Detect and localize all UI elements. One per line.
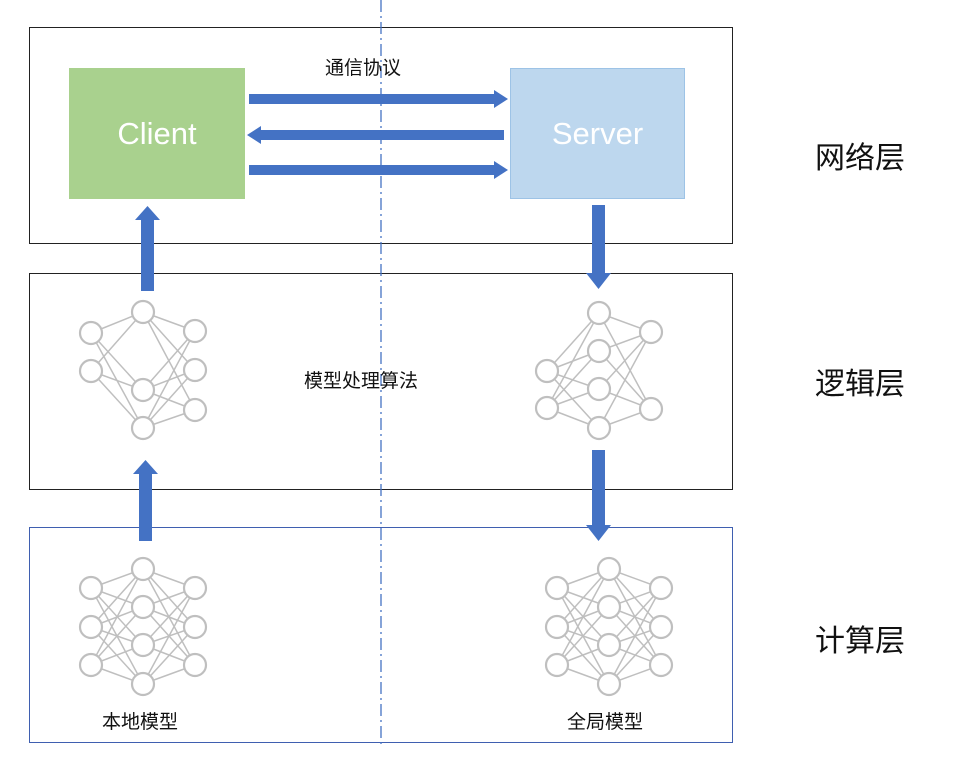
logic-layer-label: 逻辑层 [815,367,905,402]
protocol-label: 通信协议 [325,57,402,79]
server-box: Server [510,68,685,199]
client-label: Client [117,115,197,151]
local-model-label: 本地模型 [102,711,179,733]
network-layer-label: 网络层 [815,141,905,176]
algorithm-label: 模型处理算法 [304,370,419,392]
architecture-diagram: Client Server 通信协议 模型处理算法 本地模型 全局模型 网络层 … [0,0,953,775]
compute-layer-label: 计算层 [815,624,905,659]
client-box: Client [69,68,245,199]
global-model-label: 全局模型 [567,711,644,733]
server-label: Server [551,115,644,151]
